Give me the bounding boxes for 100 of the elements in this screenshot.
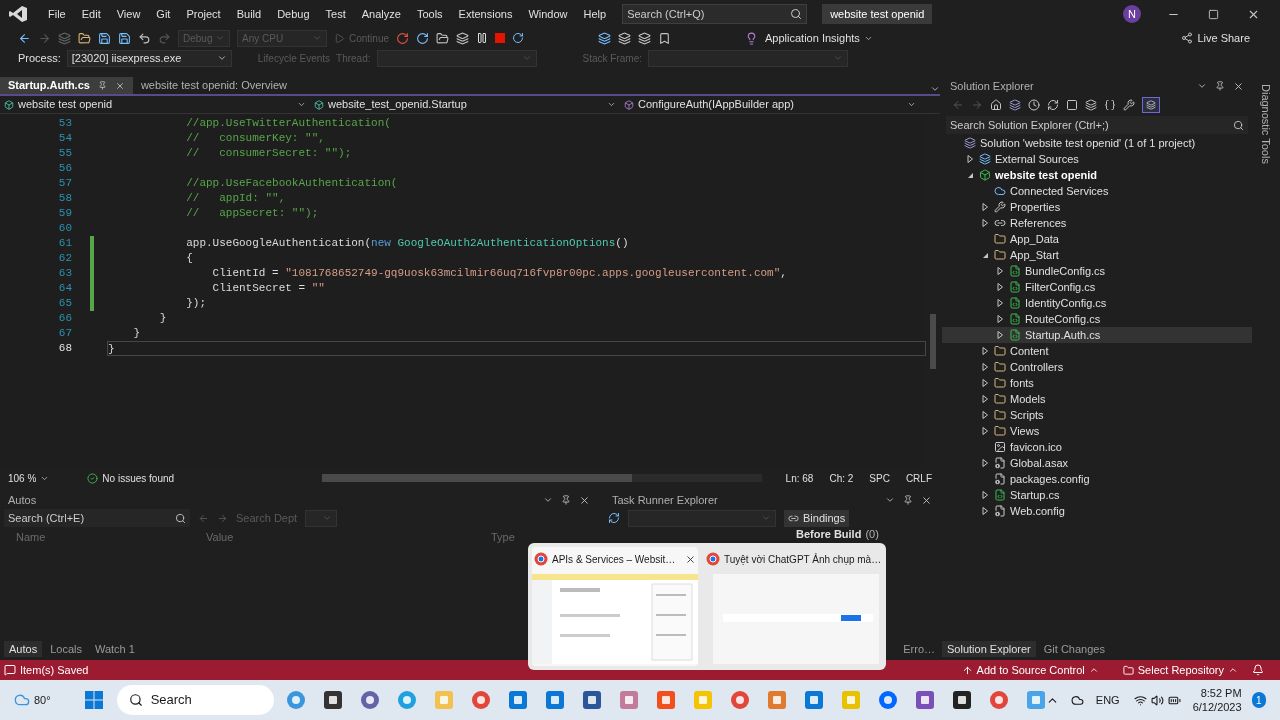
collapsed-arrow-icon[interactable] (980, 378, 990, 388)
menu-item[interactable]: Edit (73, 5, 109, 23)
save-all-icon[interactable] (118, 31, 131, 45)
wifi-icon[interactable] (1133, 693, 1147, 707)
menu-item[interactable]: Help (575, 5, 615, 23)
refresh-icon[interactable] (608, 512, 620, 524)
collapsed-arrow-icon[interactable] (980, 490, 990, 500)
windows-logo-icon[interactable] (84, 691, 103, 709)
save-icon[interactable] (98, 31, 111, 45)
repository-button[interactable]: Select Repository (1122, 661, 1238, 679)
code-icon[interactable] (1104, 99, 1116, 111)
panel-tab[interactable]: Git Changes (1038, 640, 1110, 658)
pin-icon[interactable] (903, 494, 913, 505)
tree-item[interactable]: External Sources (942, 151, 1252, 167)
collapsed-arrow-icon[interactable] (995, 298, 1005, 308)
collapsed-arrow-icon[interactable] (980, 346, 990, 356)
menu-item[interactable]: View (108, 5, 149, 23)
tree-item[interactable]: References (942, 215, 1252, 231)
refresh-icon[interactable] (416, 31, 430, 45)
collapsed-arrow-icon[interactable] (980, 410, 990, 420)
menu-item[interactable]: Test (317, 5, 354, 23)
menu-item[interactable]: Project (178, 5, 229, 23)
menu-item[interactable]: Build (228, 5, 270, 23)
navigation-dropdown[interactable]: ConfigureAuth(IAppBuilder app) (620, 96, 920, 113)
menu-item[interactable]: Tools (408, 5, 451, 23)
file-tab[interactable]: website test openid: Overview (132, 77, 296, 94)
process-dropdown[interactable]: [23020] iisexpress.exe (66, 49, 232, 67)
pin-icon[interactable] (561, 494, 571, 505)
back-icon[interactable] (18, 31, 31, 45)
tree-item[interactable]: packages.config (942, 471, 1252, 487)
tree-item[interactable]: Solution 'website test openid' (1 of 1 project) (942, 135, 1252, 151)
hot-reload-icon[interactable] (396, 31, 410, 45)
notification-badge[interactable]: 1 (1251, 692, 1266, 708)
search-field[interactable]: Search (Ctrl+E) (4, 509, 190, 527)
stop-icon[interactable] (495, 33, 506, 43)
menu-item[interactable]: Analyze (353, 5, 409, 23)
menu-item[interactable]: Window (520, 5, 576, 23)
window-preview[interactable]: APIs & Services – Websit… (532, 547, 698, 666)
volume-icon[interactable] (1150, 693, 1164, 707)
clock-date[interactable]: 6/12/2023 (1192, 700, 1242, 714)
close-icon[interactable] (579, 494, 590, 506)
maximize-icon[interactable] (1208, 8, 1219, 20)
issues-indicator[interactable]: No issues found (87, 470, 175, 486)
tree-item[interactable]: fonts (942, 375, 1252, 391)
tree-item[interactable]: Content (942, 343, 1252, 359)
tree-item[interactable]: Scripts (942, 407, 1252, 423)
sync-icon[interactable] (1047, 99, 1059, 111)
tree-item[interactable]: FilterConfig.cs (942, 279, 1252, 295)
tree-item[interactable]: Global.asax (942, 455, 1252, 471)
tree-item[interactable]: Properties (942, 199, 1252, 215)
side-tab[interactable]: Diagnostic Tools (1257, 84, 1275, 660)
collapsed-arrow-icon[interactable] (980, 218, 990, 228)
collapsed-arrow-icon[interactable] (980, 426, 990, 436)
panel-tab[interactable]: Watch 1 (89, 640, 140, 658)
wrench-icon[interactable] (1123, 99, 1135, 111)
source-control-button[interactable]: Add to Source Control (961, 661, 1099, 679)
collapsed-arrow-icon[interactable] (980, 458, 990, 468)
tab-list-icon[interactable] (930, 84, 940, 94)
collapsed-arrow-icon[interactable] (995, 266, 1005, 276)
undo-icon[interactable] (138, 31, 151, 45)
tree-item[interactable]: Connected Services (942, 183, 1252, 199)
bookmark-icon[interactable] (658, 31, 672, 45)
tree-item[interactable]: RouteConfig.cs (942, 311, 1252, 327)
tree-item[interactable]: Startup.cs (942, 487, 1252, 503)
panel-tab[interactable]: Autos (4, 640, 43, 658)
home-icon[interactable] (990, 99, 1002, 111)
panel-tab[interactable]: Solution Explorer (942, 640, 1036, 658)
tree-item[interactable]: website test openid (942, 167, 1252, 183)
restart-icon[interactable] (512, 32, 525, 44)
tree-item[interactable]: Web.config (942, 503, 1252, 519)
search-field[interactable]: Search (Ctrl+Q) (622, 4, 808, 24)
zoom-dropdown[interactable]: 106 % (8, 470, 50, 486)
clock-time[interactable]: 8:52 PM (1200, 686, 1242, 700)
collapsed-arrow-icon[interactable] (995, 330, 1005, 340)
language-indicator[interactable]: ENG (1095, 691, 1120, 709)
cloud-icon[interactable] (1070, 693, 1084, 707)
tree-item[interactable]: Views (942, 423, 1252, 439)
collapsed-arrow-icon[interactable] (980, 362, 990, 372)
close-icon[interactable] (1233, 80, 1244, 92)
tree-item[interactable]: App_Start (942, 247, 1252, 263)
preview-toggle[interactable] (1142, 97, 1160, 113)
tree-item[interactable]: Controllers (942, 359, 1252, 375)
tree-item[interactable]: favicon.ico (942, 439, 1252, 455)
search-field[interactable]: Search Solution Explorer (Ctrl+;) (946, 116, 1248, 134)
tree-item[interactable]: App_Data (942, 231, 1252, 247)
tree-item[interactable]: BundleConfig.cs (942, 263, 1252, 279)
open-folder-icon[interactable] (78, 31, 91, 45)
file-tab[interactable]: Startup.Auth.cs (0, 77, 133, 94)
bindings-button[interactable]: Bindings (784, 509, 850, 527)
weather-temperature[interactable]: 80° (34, 691, 51, 709)
account-avatar[interactable]: N (1123, 5, 1141, 23)
layers-icon[interactable] (58, 31, 71, 45)
tree-item[interactable]: IdentityConfig.cs (942, 295, 1252, 311)
collapsed-arrow-icon[interactable] (980, 506, 990, 516)
collapsed-arrow-icon[interactable] (995, 282, 1005, 292)
menu-item[interactable]: Git (148, 5, 179, 23)
collapsed-arrow-icon[interactable] (965, 154, 975, 164)
notifications-icon[interactable] (1252, 664, 1264, 676)
menu-item[interactable]: Debug (269, 5, 318, 23)
menu-item[interactable]: Extensions (450, 5, 521, 23)
